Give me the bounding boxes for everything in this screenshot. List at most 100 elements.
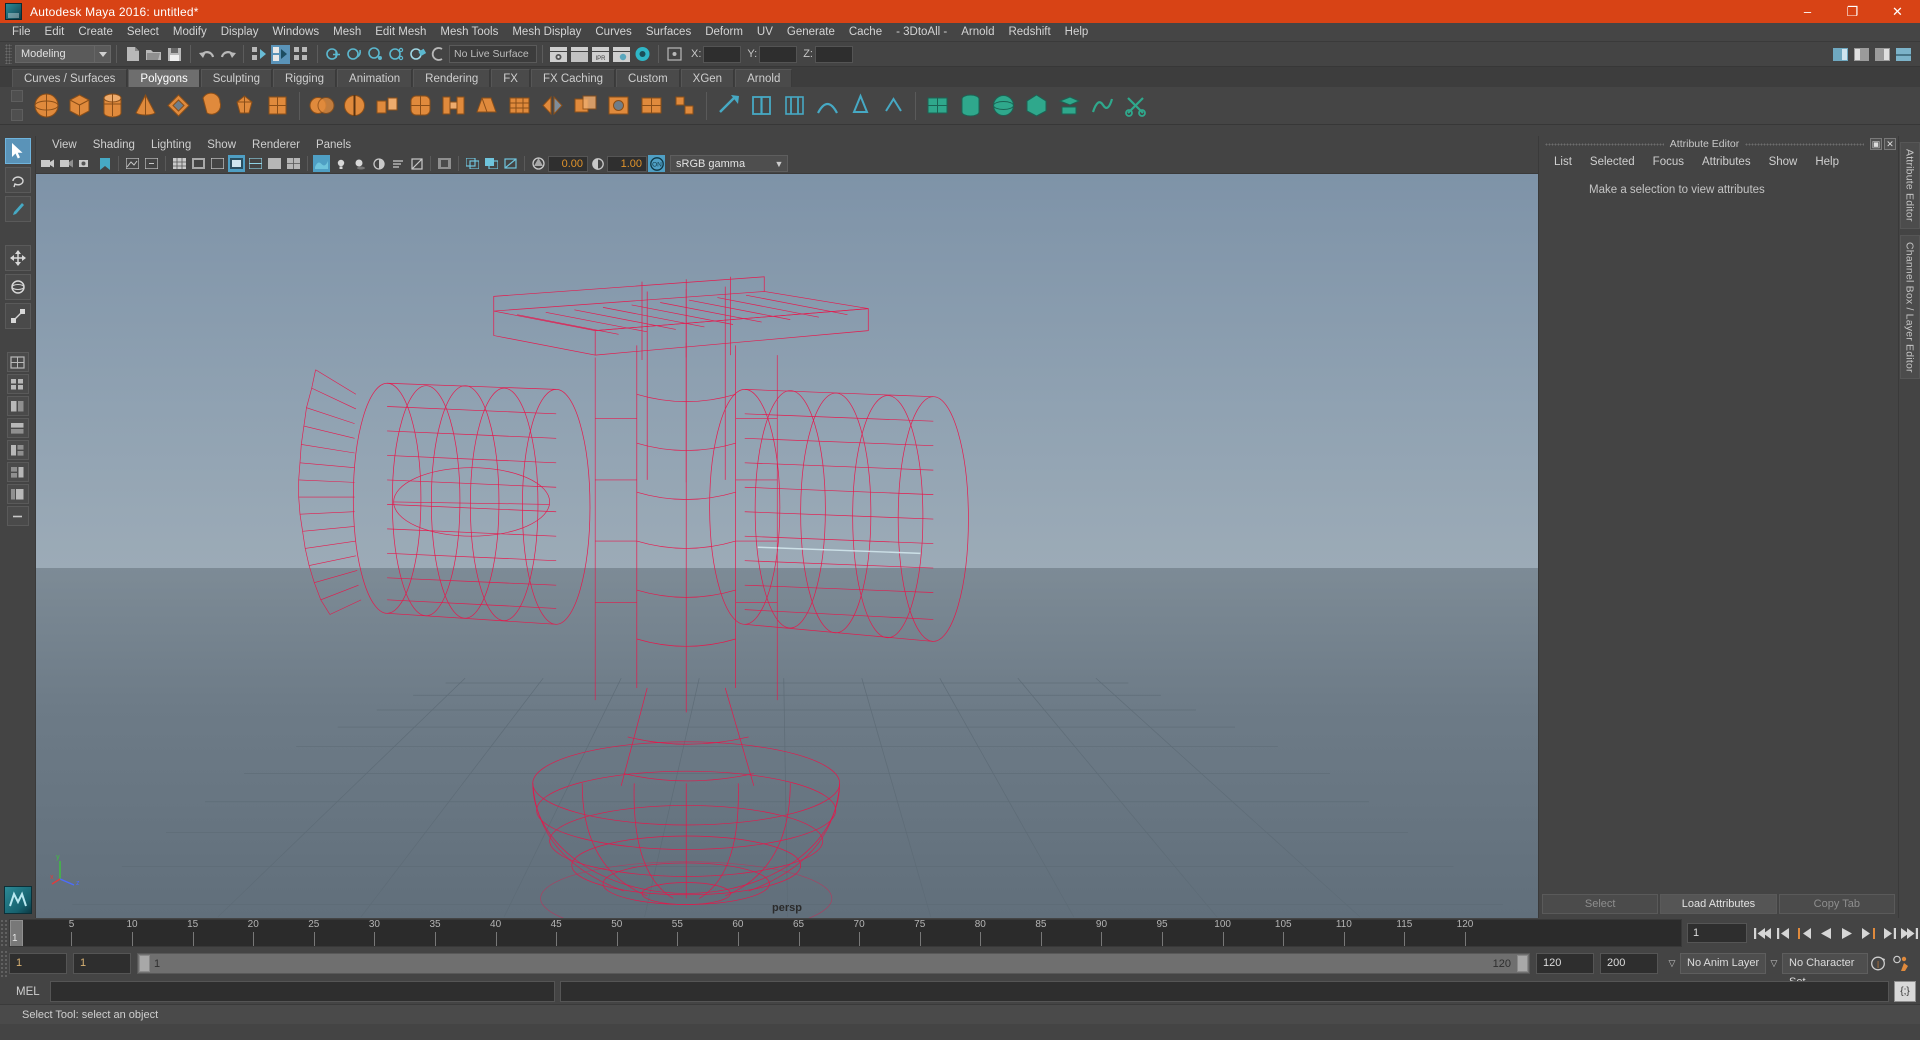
new-scene-icon[interactable]: [123, 45, 142, 64]
bevel-icon[interactable]: [405, 90, 436, 121]
anim-layer-dropdown-arrow[interactable]: ▽: [1664, 958, 1680, 969]
layout-single-perspective[interactable]: [6, 352, 29, 372]
motion-blur-icon[interactable]: [389, 155, 406, 172]
gamma-value-field[interactable]: 1.00: [607, 155, 647, 172]
shelf-tab-rigging[interactable]: Rigging: [273, 69, 337, 87]
film-gate-icon[interactable]: [190, 155, 207, 172]
poly-cube-icon[interactable]: [64, 90, 95, 121]
uv-automatic-icon[interactable]: [1021, 90, 1052, 121]
menu-arnold[interactable]: Arnold: [954, 23, 1001, 42]
maya-brand-logo-icon[interactable]: [4, 886, 32, 914]
menu-deform[interactable]: Deform: [698, 23, 750, 42]
coord-z-field[interactable]: [814, 45, 853, 63]
select-camera-icon[interactable]: [39, 155, 56, 172]
xray-active-components-icon[interactable]: [502, 155, 519, 172]
uv-cut-icon[interactable]: [1120, 90, 1151, 121]
playback-end-field[interactable]: 120: [1536, 953, 1594, 974]
render-settings-icon[interactable]: [612, 45, 631, 64]
bridge-icon[interactable]: [438, 90, 469, 121]
shelf-tab-curves-surfaces[interactable]: Curves / Surfaces: [12, 69, 128, 87]
insert-edge-loop-icon[interactable]: [746, 90, 777, 121]
wireframe-icon[interactable]: [247, 155, 264, 172]
viewport-menu-show[interactable]: Show: [199, 136, 244, 154]
go-to-start-icon[interactable]: [1753, 923, 1772, 943]
command-input-field[interactable]: [50, 981, 555, 1002]
poly-sphere-icon[interactable]: [31, 90, 62, 121]
menu-help[interactable]: Help: [1058, 23, 1096, 42]
textured-icon[interactable]: [313, 155, 330, 172]
soften-harden-edge-icon[interactable]: [878, 90, 909, 121]
menu-redshift[interactable]: Redshift: [1001, 23, 1057, 42]
poly-cylinder-icon[interactable]: [97, 90, 128, 121]
range-bar[interactable]: 1 120: [137, 953, 1530, 974]
statusline-grip[interactable]: [5, 44, 12, 64]
range-start-handle[interactable]: [139, 955, 150, 972]
live-surface-field[interactable]: No Live Surface: [449, 45, 537, 63]
sculpt-geometry-icon[interactable]: [845, 90, 876, 121]
layout-outliner-persp[interactable]: [6, 484, 29, 504]
shadows-icon[interactable]: [351, 155, 368, 172]
step-forward-key-icon[interactable]: [1858, 923, 1877, 943]
menu-cache[interactable]: Cache: [842, 23, 889, 42]
anim-layer-selector[interactable]: No Anim Layer: [1680, 953, 1766, 974]
step-forward-frame-icon[interactable]: [1879, 923, 1898, 943]
show-channel-box-icon[interactable]: [1873, 45, 1892, 64]
append-polygon-icon[interactable]: [471, 90, 502, 121]
render-view-icon[interactable]: [549, 45, 568, 64]
poly-plane-icon[interactable]: [196, 90, 227, 121]
select-by-component-icon[interactable]: [292, 45, 311, 64]
smooth-icon[interactable]: [504, 90, 535, 121]
shelf-tab-fx-caching[interactable]: FX Caching: [530, 69, 616, 87]
menu-generate[interactable]: Generate: [780, 23, 842, 42]
playback-start-field[interactable]: 1: [73, 953, 131, 974]
animation-preferences-icon[interactable]: [1890, 953, 1912, 975]
range-end-handle[interactable]: [1517, 955, 1528, 972]
coord-x-field[interactable]: [703, 45, 742, 63]
lasso-select-tool[interactable]: [4, 167, 31, 193]
layout-three-pane-left[interactable]: [6, 440, 29, 460]
close-button[interactable]: ✕: [1875, 0, 1920, 23]
vtab-channel-box-layer-editor[interactable]: Channel Box / Layer Editor: [1899, 234, 1920, 380]
uv-cylindrical-icon[interactable]: [955, 90, 986, 121]
scale-tool[interactable]: [4, 303, 31, 329]
undo-icon[interactable]: [197, 45, 216, 64]
time-slider-grip[interactable]: [0, 919, 9, 947]
smooth-shade-icon[interactable]: [266, 155, 283, 172]
mirror-geometry-icon[interactable]: [537, 90, 568, 121]
snap-to-grid-icon[interactable]: [324, 45, 343, 64]
use-lights-icon[interactable]: [332, 155, 349, 172]
ae-menu-help[interactable]: Help: [1806, 152, 1848, 172]
layout-more[interactable]: [6, 506, 29, 526]
undock-icon[interactable]: ▣: [1870, 138, 1883, 150]
multisample-icon[interactable]: [408, 155, 425, 172]
make-live-icon[interactable]: [429, 45, 448, 64]
poly-platonic-icon[interactable]: [262, 90, 293, 121]
screen-space-ao-icon[interactable]: [370, 155, 387, 172]
shelf-settings-icon[interactable]: [11, 109, 23, 121]
gamma-icon[interactable]: [589, 155, 606, 172]
menu-curves[interactable]: Curves: [588, 23, 638, 42]
exposure-value-field[interactable]: 0.00: [548, 155, 588, 172]
shelf-tab-rendering[interactable]: Rendering: [413, 69, 491, 87]
poly-disc-icon[interactable]: [229, 90, 260, 121]
uv-spherical-icon[interactable]: [988, 90, 1019, 121]
menu-mesh-display[interactable]: Mesh Display: [505, 23, 588, 42]
snap-to-point-icon[interactable]: [366, 45, 385, 64]
crease-tool-icon[interactable]: [812, 90, 843, 121]
poly-torus-icon[interactable]: [163, 90, 194, 121]
select-tool[interactable]: [4, 138, 31, 164]
ae-load-attributes-button[interactable]: Load Attributes: [1660, 894, 1777, 914]
select-by-hierarchy-icon[interactable]: [250, 45, 269, 64]
coord-y-field[interactable]: [759, 45, 798, 63]
gate-mask-icon[interactable]: [228, 155, 245, 172]
quadrangulate-icon[interactable]: [669, 90, 700, 121]
resolution-gate-icon[interactable]: [209, 155, 226, 172]
ae-menu-list[interactable]: List: [1545, 152, 1581, 172]
ae-menu-attributes[interactable]: Attributes: [1693, 152, 1760, 172]
menu-mesh[interactable]: Mesh: [326, 23, 368, 42]
hypershade-icon[interactable]: [633, 45, 652, 64]
viewport-3d-canvas[interactable]: y z x persp: [36, 174, 1538, 918]
exposure-icon[interactable]: [530, 155, 547, 172]
layout-four-view[interactable]: [6, 374, 29, 394]
script-editor-icon[interactable]: {;}: [1894, 981, 1916, 1002]
